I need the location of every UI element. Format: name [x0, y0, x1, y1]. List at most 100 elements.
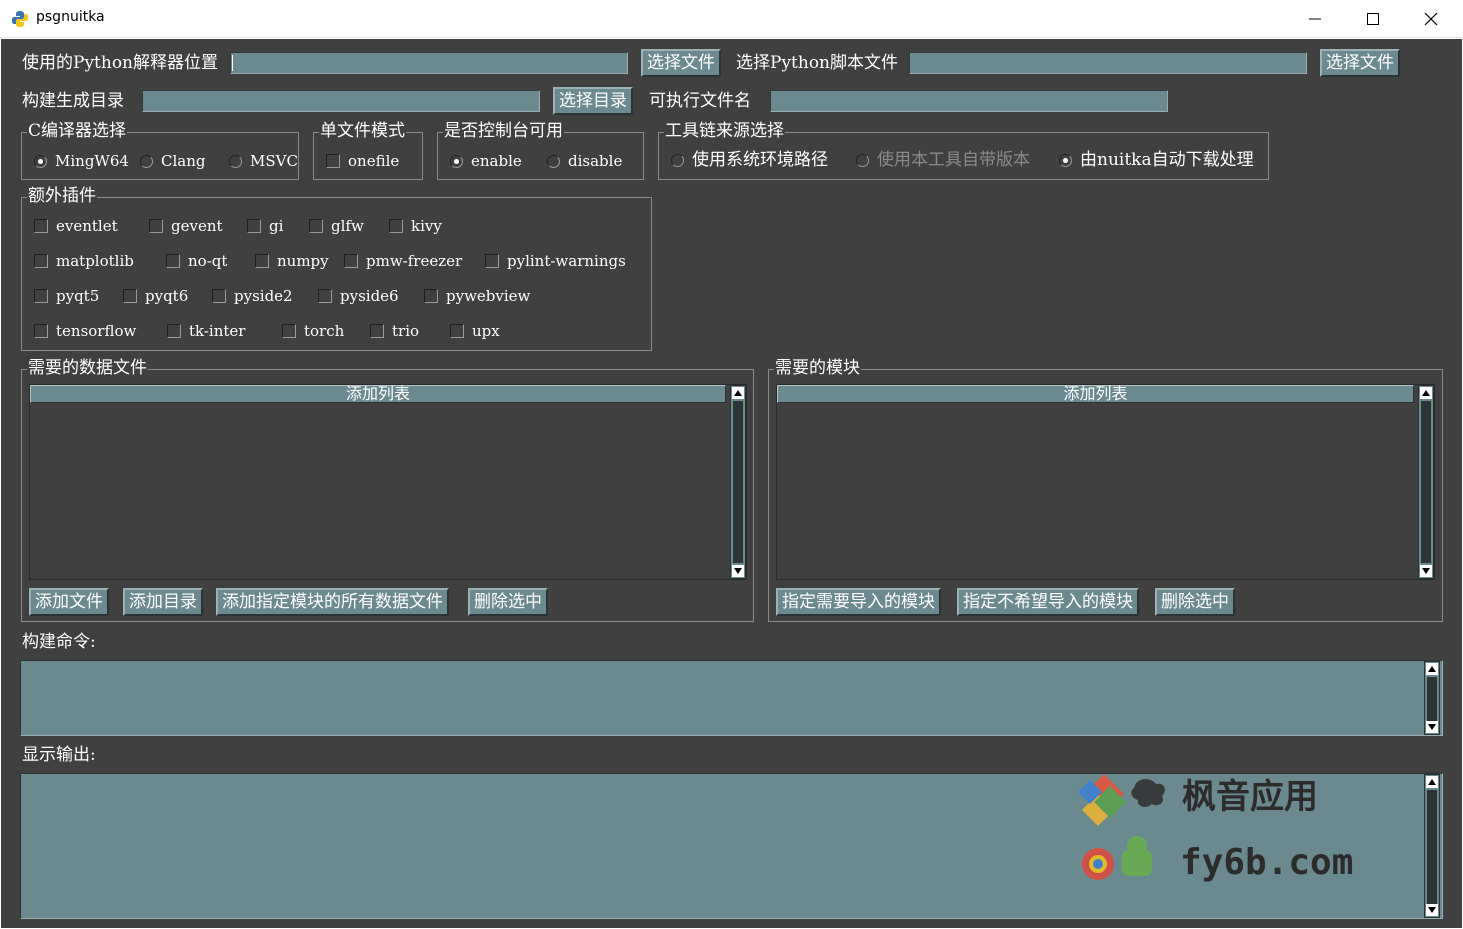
watermark-line1: 枫音应用: [1182, 777, 1318, 817]
maximize-icon: [1367, 13, 1379, 25]
scroll-down-icon[interactable]: [1426, 721, 1438, 733]
scroll-down-icon[interactable]: [732, 565, 744, 577]
interpreter-input[interactable]: [230, 52, 628, 74]
plugin-checkbox[interactable]: pmw-freezer: [344, 251, 462, 271]
scroll-thumb[interactable]: [733, 401, 743, 563]
plugin-label: pyside6: [340, 287, 399, 305]
single-file-frame: 单文件模式 onefile: [313, 120, 423, 180]
list-header[interactable]: 添加列表: [777, 385, 1414, 403]
checkbox-onefile[interactable]: onefile: [326, 151, 399, 171]
script-label: 选择Python脚本文件: [736, 53, 899, 73]
plugin-checkbox[interactable]: pyqt6: [123, 286, 188, 306]
radio-system-path[interactable]: 使用系统环境路径: [671, 150, 828, 170]
delete-data-file-button[interactable]: 删除选中: [468, 588, 548, 616]
plugin-checkbox[interactable]: tensorflow: [34, 321, 136, 341]
plugin-checkbox[interactable]: glfw: [309, 216, 364, 236]
radio-bundled[interactable]: 使用本工具自带版本: [856, 150, 1030, 170]
plugin-checkbox[interactable]: upx: [450, 321, 500, 341]
close-button[interactable]: [1402, 0, 1460, 38]
title-bar: psgnuitka: [0, 0, 1463, 38]
exe-name-label: 可执行文件名: [649, 91, 751, 111]
scroll-thumb[interactable]: [1427, 790, 1437, 904]
exe-name-input[interactable]: [770, 90, 1168, 112]
delete-module-button[interactable]: 删除选中: [1155, 588, 1235, 616]
plugin-checkbox[interactable]: torch: [282, 321, 344, 341]
checkbox-indicator: [149, 219, 163, 233]
vertical-scrollbar[interactable]: [1424, 661, 1440, 735]
plugin-checkbox[interactable]: numpy: [255, 251, 329, 271]
radio-disable[interactable]: disable: [547, 151, 622, 171]
plugin-label: pyqt6: [145, 287, 189, 305]
plugin-checkbox[interactable]: pylint-warnings: [485, 251, 626, 271]
checkbox-indicator: [450, 324, 464, 338]
plugin-label: pywebview: [446, 287, 531, 305]
build-command-textarea[interactable]: [20, 660, 1443, 736]
radio-nuitka-download[interactable]: 由nuitka自动下载处理: [1059, 150, 1254, 170]
add-file-button[interactable]: 添加文件: [29, 588, 109, 616]
select-interpreter-button[interactable]: 选择文件: [641, 49, 721, 77]
plugin-checkbox[interactable]: gevent: [149, 216, 223, 236]
minimize-icon: [1309, 18, 1321, 20]
single-file-title: 单文件模式: [319, 120, 406, 142]
plugin-checkbox[interactable]: pyside6: [318, 286, 399, 306]
vertical-scrollbar[interactable]: [730, 385, 746, 579]
checkbox-indicator: [166, 254, 180, 268]
radio-clang[interactable]: Clang: [140, 151, 205, 171]
plugin-checkbox[interactable]: no-qt: [166, 251, 227, 271]
plugin-checkbox[interactable]: matplotlib: [34, 251, 134, 271]
scroll-up-icon[interactable]: [1426, 776, 1438, 788]
radio-mingw64[interactable]: MingW64: [34, 151, 129, 171]
vertical-scrollbar[interactable]: [1424, 774, 1440, 918]
plugin-checkbox[interactable]: eventlet: [34, 216, 118, 236]
radio-enable[interactable]: enable: [450, 151, 522, 171]
radio-label: enable: [471, 152, 522, 170]
plugin-label: torch: [304, 322, 345, 340]
scroll-down-icon[interactable]: [1426, 904, 1438, 916]
plugin-checkbox[interactable]: gi: [247, 216, 283, 236]
maximize-button[interactable]: [1344, 0, 1402, 38]
plugin-label: pmw-freezer: [366, 252, 463, 270]
radio-label: MingW64: [55, 152, 129, 170]
scroll-down-icon[interactable]: [1420, 565, 1432, 577]
plugin-checkbox[interactable]: tk-inter: [167, 321, 245, 341]
scroll-thumb[interactable]: [1421, 401, 1431, 563]
main-window: 使用的Python解释器位置 选择文件 选择Python脚本文件 选择文件 构建…: [1, 39, 1462, 928]
data-files-list[interactable]: 添加列表: [29, 384, 747, 580]
minimize-button[interactable]: [1286, 0, 1344, 38]
scroll-up-icon[interactable]: [732, 387, 744, 399]
plugin-label: matplotlib: [56, 252, 134, 270]
plugin-label: pylint-warnings: [507, 252, 626, 270]
select-script-button[interactable]: 选择文件: [1320, 49, 1400, 77]
radio-msvc[interactable]: MSVC: [229, 151, 298, 171]
plugin-checkbox[interactable]: trio: [370, 321, 419, 341]
c-compiler-frame: C编译器选择 MingW64 Clang MSVC: [21, 120, 299, 180]
checkbox-indicator: [34, 289, 48, 303]
script-input[interactable]: [909, 52, 1307, 74]
radio-indicator: [450, 154, 463, 168]
modules-title: 需要的模块: [774, 357, 861, 379]
scroll-up-icon[interactable]: [1420, 387, 1432, 399]
build-command-label: 构建命令:: [22, 632, 96, 652]
plugin-label: eventlet: [56, 217, 118, 235]
toolchain-title: 工具链来源选择: [664, 120, 785, 142]
console-title: 是否控制台可用: [443, 120, 564, 142]
plugin-checkbox[interactable]: kivy: [389, 216, 442, 236]
output-dir-input[interactable]: [142, 90, 540, 112]
watermark-line2: fy6b.com: [1180, 842, 1353, 883]
checkbox-indicator: [247, 219, 261, 233]
exclude-module-button[interactable]: 指定不希望导入的模块: [957, 588, 1139, 616]
vertical-scrollbar[interactable]: [1418, 385, 1434, 579]
plugin-checkbox[interactable]: pyside2: [212, 286, 293, 306]
plugin-checkbox[interactable]: pyqt5: [34, 286, 99, 306]
add-module-data-button[interactable]: 添加指定模块的所有数据文件: [216, 588, 449, 616]
radio-label: MSVC: [250, 152, 298, 170]
select-dir-button[interactable]: 选择目录: [553, 87, 633, 115]
modules-list[interactable]: 添加列表: [776, 384, 1435, 580]
add-dir-button[interactable]: 添加目录: [123, 588, 203, 616]
scroll-thumb[interactable]: [1427, 677, 1437, 721]
plugin-checkbox[interactable]: pywebview: [424, 286, 530, 306]
list-header[interactable]: 添加列表: [30, 385, 726, 403]
include-module-button[interactable]: 指定需要导入的模块: [776, 588, 941, 616]
checkbox-indicator: [370, 324, 384, 338]
scroll-up-icon[interactable]: [1426, 663, 1438, 675]
